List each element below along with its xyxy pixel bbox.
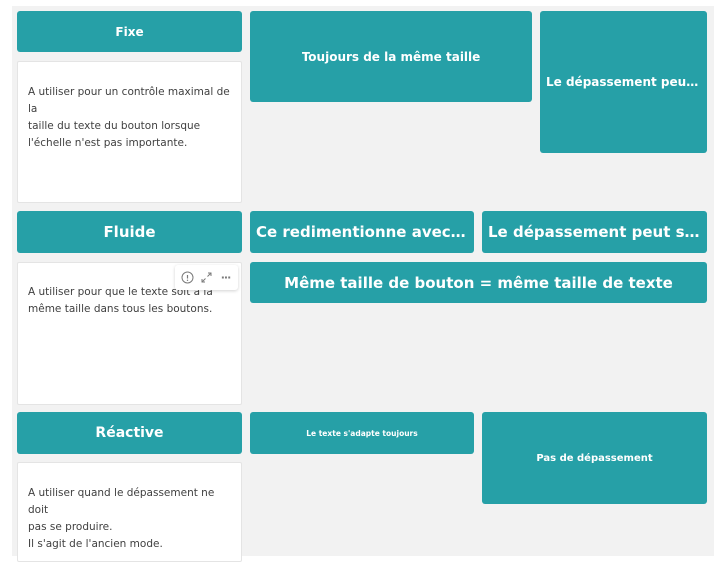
fixe-header-label: Fixe bbox=[115, 24, 144, 39]
fixe-same-size-button[interactable]: Toujours de la même taille bbox=[250, 11, 532, 102]
fluide-overflow-button[interactable]: Le dépassement peut se produire bbox=[482, 211, 707, 253]
fixe-same-size-label: Toujours de la même taille bbox=[301, 49, 481, 64]
reactive-adapt-button[interactable]: Le texte s'adapte toujours bbox=[250, 412, 474, 454]
reactive-adapt-label: Le texte s'adapte toujours bbox=[306, 428, 418, 438]
reactive-no-overflow-label: Pas de dépassement bbox=[536, 452, 653, 464]
fluide-header-button[interactable]: Fluide bbox=[17, 211, 242, 253]
fixe-overflow-button[interactable]: Le dépassement peut se produire bbox=[540, 11, 707, 153]
info-icon[interactable] bbox=[180, 270, 196, 286]
fluide-resize-button[interactable]: Ce redimentionne avec la taille du bouto… bbox=[250, 211, 474, 253]
fixe-description-line: l'échelle n'est pas importante. bbox=[28, 137, 188, 149]
reactive-description-line: pas se produire. bbox=[28, 521, 113, 533]
fixe-description-line: A utiliser pour un contrôle maximal de l… bbox=[28, 86, 230, 115]
fluide-resize-label: Ce redimentionne avec la taille du bouto… bbox=[256, 223, 468, 241]
fluide-same-text-size-label: Même taille de bouton = même taille de t… bbox=[284, 273, 673, 292]
fluide-same-text-size-button[interactable]: Même taille de bouton = même taille de t… bbox=[250, 262, 707, 303]
object-hover-toolbar: ··· bbox=[175, 265, 238, 290]
fluide-description-line: même taille dans tous les boutons. bbox=[28, 303, 213, 315]
more-icon[interactable]: ··· bbox=[218, 270, 234, 286]
reactive-header-button[interactable]: Réactive bbox=[17, 412, 242, 454]
reactive-description-line: Il s'agit de l'ancien mode. bbox=[28, 538, 163, 550]
reactive-description-line: A utiliser quand le dépassement ne doit bbox=[28, 487, 215, 516]
reactive-no-overflow-button[interactable]: Pas de dépassement bbox=[482, 412, 707, 504]
fixe-header-button[interactable]: Fixe bbox=[17, 11, 242, 52]
reactive-description-card: A utiliser quand le dépassement ne doit … bbox=[17, 462, 242, 562]
fixe-description-card: A utiliser pour un contrôle maximal de l… bbox=[17, 61, 242, 203]
fixe-overflow-label: Le dépassement peut se produire bbox=[546, 75, 701, 89]
reactive-header-label: Réactive bbox=[95, 425, 164, 441]
more-glyph: ··· bbox=[220, 271, 232, 284]
fluide-overflow-label: Le dépassement peut se produire bbox=[488, 223, 701, 241]
fixe-description-line: taille du texte du bouton lorsque bbox=[28, 120, 201, 132]
expand-icon[interactable] bbox=[199, 270, 215, 286]
fluide-header-label: Fluide bbox=[103, 223, 156, 241]
